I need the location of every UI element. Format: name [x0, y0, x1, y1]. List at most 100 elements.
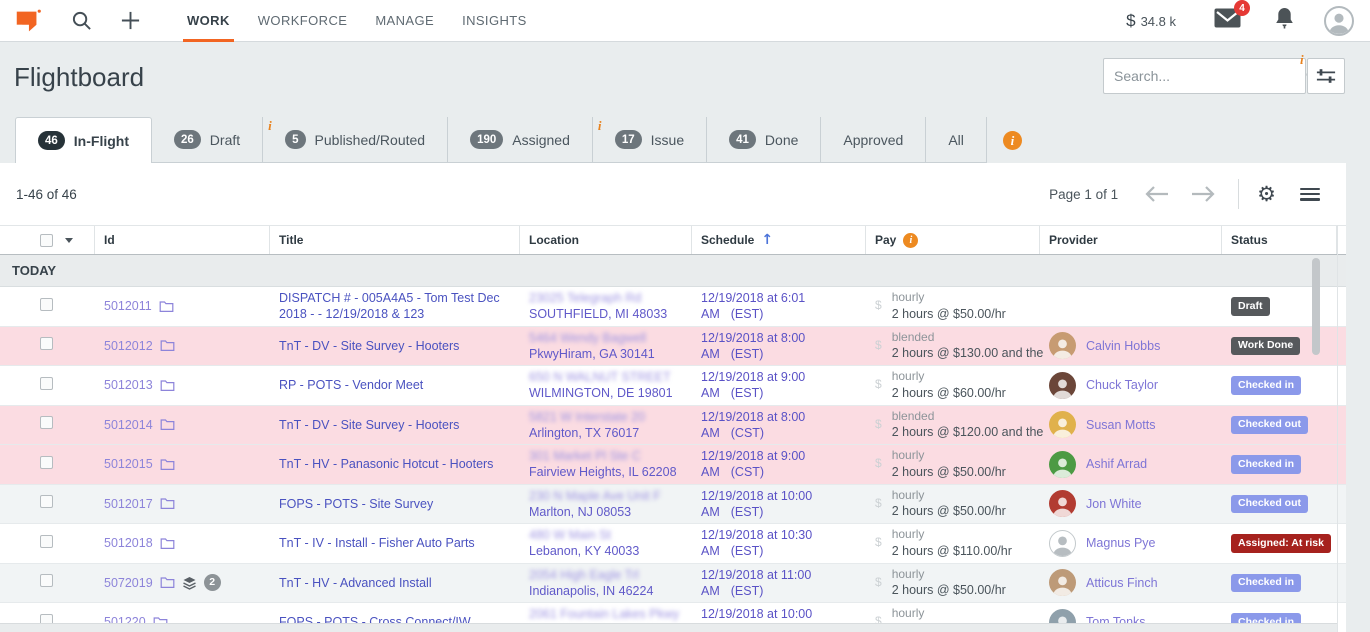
row-checkbox[interactable] — [40, 495, 53, 508]
workorder-title-link[interactable]: TnT - IV - Install - Fisher Auto Parts — [279, 536, 475, 550]
provider-avatar[interactable] — [1049, 411, 1076, 438]
prev-page-arrow-icon[interactable] — [1144, 185, 1170, 203]
folder-icon[interactable] — [160, 497, 175, 510]
column-header-provider[interactable]: Provider — [1040, 226, 1222, 254]
nav-item-work[interactable]: WORK — [185, 0, 232, 42]
field-nation-logo-icon[interactable] — [13, 6, 43, 36]
tab-approved[interactable]: Approved — [821, 117, 926, 163]
pay-detail: 2 hours @ $50.00/hr — [892, 464, 1006, 480]
row-location-cell: 301 Market Pl Ste C Fairview Heights, IL… — [520, 445, 692, 484]
provider-avatar[interactable] — [1049, 451, 1076, 478]
next-page-arrow-icon[interactable] — [1190, 185, 1216, 203]
workorder-id-link[interactable]: 5012018 — [104, 535, 153, 551]
row-checkbox[interactable] — [40, 298, 53, 311]
search-input[interactable] — [1104, 68, 1305, 84]
settings-gear-icon[interactable]: ⚙ — [1257, 184, 1276, 205]
schedule-ampm: AM — [701, 505, 720, 519]
workorder-title-link[interactable]: TnT - HV - Advanced Install — [279, 576, 432, 590]
provider-avatar[interactable] — [1049, 372, 1076, 399]
workorder-title-link[interactable]: TnT - DV - Site Survey - Hooters — [279, 339, 459, 353]
folder-icon[interactable] — [159, 300, 174, 313]
notifications-bell-icon[interactable] — [1275, 7, 1294, 34]
workorder-id-link[interactable]: 5012014 — [104, 417, 153, 433]
folder-icon[interactable] — [160, 339, 175, 352]
nav-item-insights[interactable]: INSIGHTS — [460, 0, 529, 42]
schedule-ampm: AM — [701, 465, 720, 479]
provider-name-link[interactable]: Susan Motts — [1086, 417, 1155, 433]
location-city-state-zip: WILMINGTON, DE 19801 — [529, 385, 686, 401]
row-provider-cell: Magnus Pye — [1040, 527, 1222, 560]
create-new-icon[interactable] — [120, 10, 141, 31]
row-checkbox[interactable] — [40, 535, 53, 548]
workorder-title-link[interactable]: DISPATCH # - 005A4A5 - Tom Test Dec 2018… — [279, 291, 500, 321]
status-badge: Checked in — [1231, 376, 1301, 395]
column-header-pay[interactable]: Pay i — [866, 226, 1040, 254]
tab-draft[interactable]: 26 Draft — [152, 117, 263, 163]
provider-avatar[interactable] — [1049, 332, 1076, 359]
workorder-title-link[interactable]: TnT - DV - Site Survey - Hooters — [279, 418, 459, 432]
column-header-status[interactable]: Status — [1222, 226, 1337, 254]
tab-issue[interactable]: i 17 Issue — [593, 117, 707, 163]
workorder-id-link[interactable]: 5012012 — [104, 338, 153, 354]
nav-item-workforce[interactable]: WORKFORCE — [256, 0, 350, 42]
select-all-checkbox[interactable] — [40, 234, 53, 247]
tab-assigned[interactable]: 190 Assigned — [448, 117, 593, 163]
account-balance[interactable]: $ 34.8 k — [1126, 11, 1176, 31]
row-checkbox[interactable] — [40, 416, 53, 429]
folder-icon[interactable] — [160, 458, 175, 471]
folder-icon[interactable] — [160, 418, 175, 431]
table-scrollbar-thumb[interactable] — [1312, 258, 1320, 355]
column-header-id[interactable]: Id — [95, 226, 270, 254]
filters-button[interactable] — [1307, 58, 1345, 94]
messages-icon[interactable]: 4 — [1214, 8, 1241, 33]
column-header-schedule[interactable]: Schedule ↑ — [692, 226, 866, 254]
row-checkbox[interactable] — [40, 337, 53, 350]
row-checkbox[interactable] — [40, 377, 53, 390]
tab-in-flight[interactable]: 46 In-Flight — [15, 117, 152, 163]
global-search-icon[interactable] — [71, 10, 92, 31]
provider-avatar[interactable] — [1049, 490, 1076, 517]
location-city-state-zip: Indianapolis, IN 46224 — [529, 583, 686, 599]
tab-published-routed[interactable]: i 5 Published/Routed — [263, 117, 448, 163]
folder-icon[interactable] — [160, 537, 175, 550]
dollar-icon: $ — [875, 417, 882, 433]
workorder-title-link[interactable]: TnT - HV - Panasonic Hotcut - Hooters — [279, 457, 493, 471]
provider-name-link[interactable]: Calvin Hobbs — [1086, 338, 1160, 354]
workorder-id-link[interactable]: 5012013 — [104, 377, 153, 393]
column-header-title[interactable]: Title — [270, 226, 520, 254]
pay-info-icon[interactable]: i — [903, 233, 918, 248]
user-avatar[interactable] — [1324, 6, 1354, 36]
dollar-icon: $ — [875, 535, 882, 551]
row-checkbox[interactable] — [40, 574, 53, 587]
provider-name-link[interactable]: Jon White — [1086, 496, 1142, 512]
provider-name-link[interactable]: Chuck Taylor — [1086, 377, 1158, 393]
workorder-id-link[interactable]: 5012015 — [104, 456, 153, 472]
list-menu-icon[interactable] — [1300, 188, 1320, 201]
nav-item-manage[interactable]: MANAGE — [373, 0, 436, 42]
provider-name-link[interactable]: Atticus Finch — [1086, 575, 1158, 591]
workorder-title-link[interactable]: FOPS - POTS - Site Survey — [279, 497, 433, 511]
provider-name-link[interactable]: Ashif Arrad — [1086, 456, 1147, 472]
folder-icon[interactable] — [160, 576, 175, 589]
provider-name-link[interactable]: Magnus Pye — [1086, 535, 1155, 551]
tab-done[interactable]: 41 Done — [707, 117, 821, 163]
workorder-id-link[interactable]: 5012011 — [104, 298, 152, 314]
pay-type: hourly — [892, 290, 1006, 306]
workorder-id-link[interactable]: 5012017 — [104, 496, 153, 512]
folder-icon[interactable] — [160, 379, 175, 392]
workorder-title-link[interactable]: RP - POTS - Vendor Meet — [279, 378, 423, 392]
row-provider-cell: Atticus Finch — [1040, 566, 1222, 599]
select-dropdown-caret-icon[interactable] — [65, 238, 73, 243]
row-checkbox[interactable] — [40, 456, 53, 469]
table-row: 5012014 TnT - DV - Site Survey - Hooters… — [0, 406, 1346, 446]
provider-avatar[interactable] — [1049, 530, 1076, 557]
tab-all[interactable]: All — [926, 117, 987, 163]
column-header-location[interactable]: Location — [520, 226, 692, 254]
bundle-layers-icon[interactable] — [182, 576, 197, 590]
schedule-ampm: AM — [701, 307, 720, 321]
filter-info-mark[interactable]: i — [1300, 52, 1304, 68]
workorder-id-link[interactable]: 5072019 — [104, 575, 153, 591]
provider-avatar[interactable] — [1049, 569, 1076, 596]
tab-label: Published/Routed — [315, 132, 426, 148]
tabs-info-icon[interactable]: i — [1003, 131, 1022, 150]
